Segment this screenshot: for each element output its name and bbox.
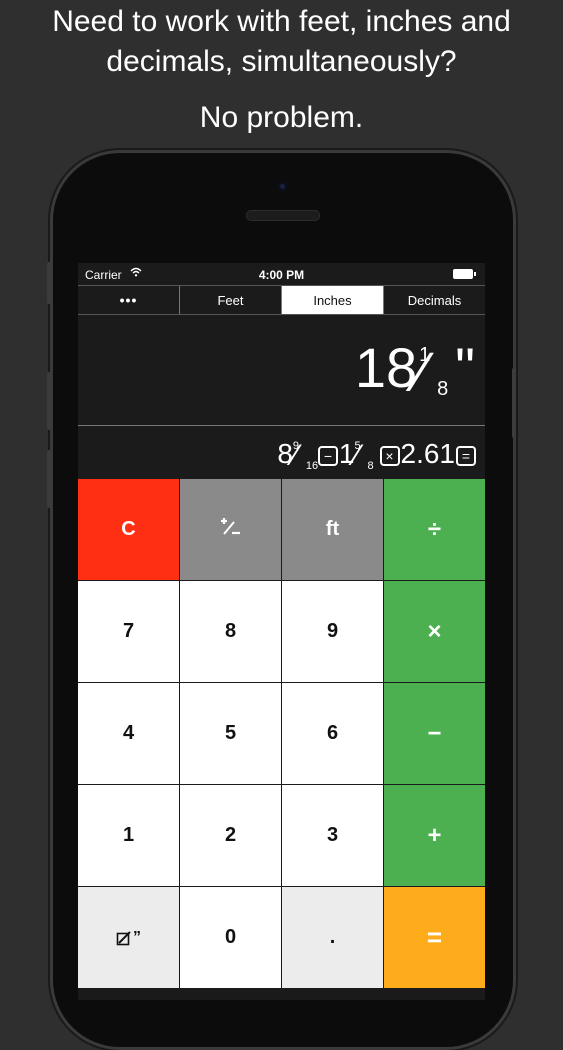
battery-icon — [453, 269, 476, 279]
expr-minus-icon: − — [317, 445, 338, 466]
tab-inches[interactable]: Inches — [282, 286, 384, 314]
tab-feet[interactable]: Feet — [180, 286, 282, 314]
expr-times-icon: × — [379, 445, 400, 466]
status-time: 4:00 PM — [258, 268, 305, 282]
key-4[interactable]: 4 — [78, 683, 179, 784]
result-unit: ʺ — [455, 336, 475, 399]
display-divider — [78, 425, 485, 426]
key-0[interactable]: 0 — [180, 887, 281, 988]
expr-b-slash: ⁄ — [354, 438, 360, 472]
key-3[interactable]: 3 — [282, 785, 383, 886]
expr-a-whole: 8 — [277, 438, 293, 469]
expr-b-whole: 1 — [338, 438, 355, 469]
divide-button[interactable]: ÷ — [384, 479, 485, 580]
fraction-slash: ⁄ — [417, 340, 427, 404]
feet-button[interactable]: ft — [282, 479, 383, 580]
volume-down-button — [47, 450, 51, 508]
inch-entry-icon: ” — [116, 929, 141, 947]
key-8[interactable]: 8 — [180, 581, 281, 682]
status-bar: Carrier 4:00 PM — [78, 263, 485, 285]
minus-button[interactable]: − — [384, 683, 485, 784]
multiply-button[interactable]: × — [384, 581, 485, 682]
power-button — [512, 368, 516, 438]
app-screen: Carrier 4:00 PM ••• Feet Inches Decimals… — [78, 263, 485, 1000]
expr-b-fraction: 5 ⁄ 8 — [354, 438, 379, 472]
key-9[interactable]: 9 — [282, 581, 383, 682]
result-fraction: 1 ⁄ 8 — [417, 343, 455, 401]
inch-marker: ” — [133, 928, 141, 946]
plus-button[interactable]: + — [384, 785, 485, 886]
expr-c-value: 2.61 — [400, 438, 456, 469]
key-6[interactable]: 6 — [282, 683, 383, 784]
expression-display: 8 9 ⁄ 16−1 5 ⁄ 8 × 2.61 = — [277, 436, 477, 472]
result-whole: 18 — [354, 336, 418, 399]
expr-a-slash: ⁄ — [292, 438, 298, 472]
expr-b-den: 8 — [367, 459, 374, 472]
clear-button[interactable]: C — [78, 479, 179, 580]
front-camera-icon — [278, 182, 287, 191]
key-1[interactable]: 1 — [78, 785, 179, 886]
key-2[interactable]: 2 — [180, 785, 281, 886]
promo-subline: No problem. — [199, 101, 364, 134]
mute-switch — [47, 262, 51, 304]
key-5[interactable]: 5 — [180, 683, 281, 784]
result-denominator: 8 — [437, 378, 449, 401]
expr-equals-icon: = — [456, 445, 476, 466]
decimal-button[interactable]: . — [282, 887, 383, 988]
expr-a-fraction: 9 ⁄ 16 — [292, 438, 319, 472]
menu-button[interactable]: ••• — [78, 286, 180, 314]
tab-decimals[interactable]: Decimals — [384, 286, 485, 314]
inch-entry-button[interactable]: ” — [78, 887, 179, 988]
sign-toggle-button[interactable] — [180, 479, 281, 580]
plus-minus-icon — [218, 516, 244, 544]
result-display: 18 1 ⁄ 8 ʺ — [355, 333, 475, 403]
keypad: C ft ÷ 7 8 9 × 4 5 6 − 1 2 3 + ” 0 . = — [78, 479, 485, 1000]
volume-up-button — [47, 372, 51, 430]
key-7[interactable]: 7 — [78, 581, 179, 682]
earpiece-speaker — [246, 210, 320, 221]
expr-a-den: 16 — [305, 459, 319, 472]
unit-tabs: ••• Feet Inches Decimals — [78, 285, 485, 315]
promo-headline: Need to work with feet, inches and decim… — [52, 5, 511, 78]
equals-button[interactable]: = — [384, 887, 485, 988]
